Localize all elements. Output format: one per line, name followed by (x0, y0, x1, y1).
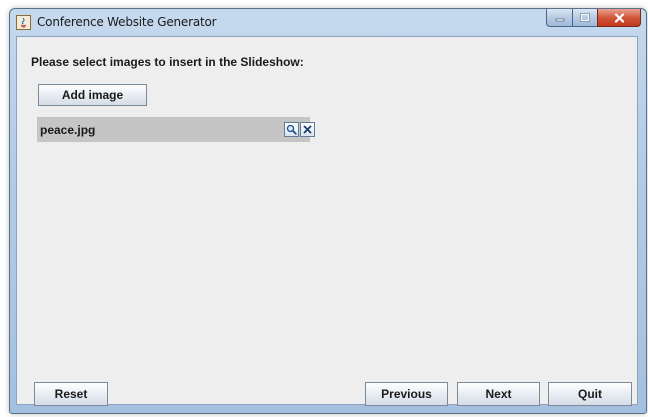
add-image-button[interactable]: Add image (38, 84, 147, 106)
remove-image-button[interactable] (300, 122, 315, 137)
instruction-label: Please select images to insert in the Sl… (31, 55, 304, 69)
reset-button[interactable]: Reset (34, 382, 108, 406)
app-window: Conference Website Generator Please sele… (9, 8, 647, 414)
client-area: Please select images to insert in the Sl… (16, 36, 638, 406)
remove-x-icon (303, 125, 312, 134)
view-image-button[interactable] (284, 122, 299, 137)
title-bar[interactable]: Conference Website Generator (10, 9, 646, 36)
caption-buttons (546, 9, 641, 28)
next-button[interactable]: Next (457, 382, 540, 406)
file-name: peace.jpg (40, 123, 96, 137)
previous-button[interactable]: Previous (365, 382, 448, 406)
magnifier-icon (286, 124, 297, 135)
maximize-button[interactable] (572, 9, 597, 27)
close-button[interactable] (597, 9, 641, 27)
minimize-button[interactable] (546, 9, 572, 27)
file-list-item: peace.jpg (37, 117, 315, 142)
maximize-icon (580, 13, 590, 22)
quit-button[interactable]: Quit (548, 382, 632, 406)
minimize-icon (555, 18, 564, 21)
java-icon[interactable] (16, 15, 31, 30)
window-title: Conference Website Generator (37, 15, 217, 29)
close-icon (614, 12, 624, 23)
